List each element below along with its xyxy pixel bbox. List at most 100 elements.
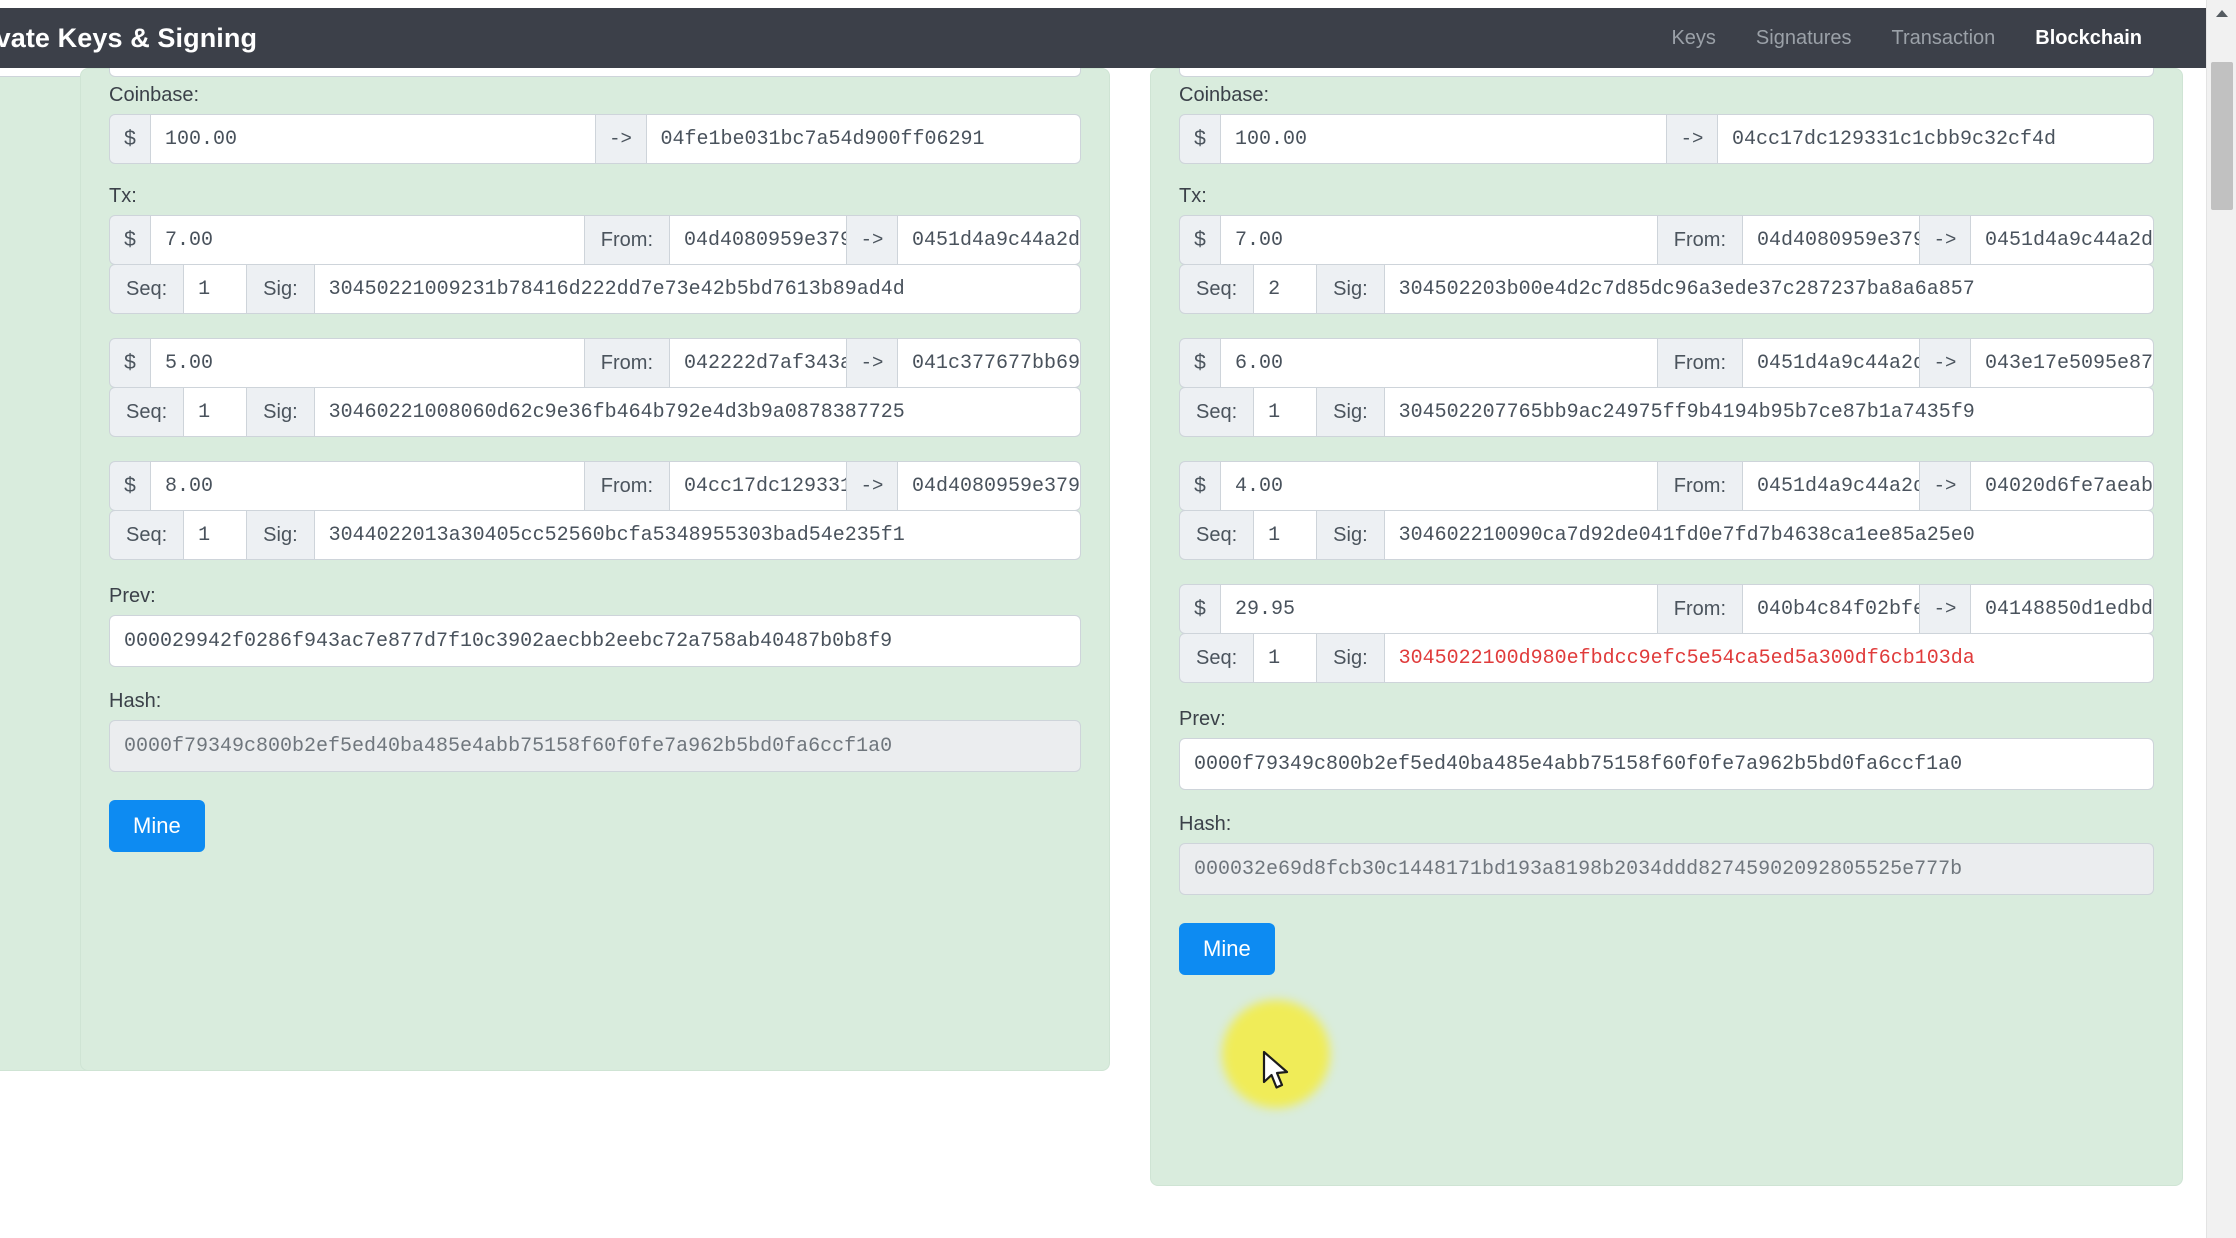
navbar-links: Keys Signatures Transaction Blockchain: [1671, 27, 2142, 50]
tx-to-input[interactable]: 041c377677bb697: [897, 338, 1081, 388]
prev-label: Prev:: [109, 585, 156, 607]
seq-label: Seq:: [109, 387, 185, 437]
mine-button[interactable]: Mine: [1179, 923, 1275, 975]
dollar-icon: $: [1179, 215, 1221, 265]
coinbase-to-input[interactable]: 04fe1be031bc7a54d900ff06291: [645, 114, 1081, 164]
scrollbar-thumb[interactable]: [2211, 62, 2233, 210]
transaction-amount-row: $ 7.00 From: 04d4080959e3795 -> 0451d4a9…: [1179, 215, 2154, 265]
sig-label: Sig:: [1316, 264, 1385, 314]
scroll-up-arrow-icon[interactable]: [2207, 0, 2236, 26]
prev-hash-input[interactable]: 000029942f0286f943ac7e877d7f10c3902aecbb…: [109, 615, 1081, 667]
arrow-icon: ->: [846, 338, 898, 388]
tx-seq-input[interactable]: 1: [1253, 633, 1318, 683]
tx-from-input[interactable]: 040b4c84f02bfec: [1742, 584, 1920, 634]
arrow-icon: ->: [594, 114, 647, 164]
coinbase-label: Coinbase:: [1179, 84, 1270, 106]
transaction-sig-row: Seq: 1 Sig: 304502207765bb9ac24975ff9b41…: [1179, 387, 2154, 437]
transaction-amount-row: $ 4.00 From: 0451d4a9c44a2de -> 04020d6f…: [1179, 461, 2154, 511]
dollar-icon: $: [109, 114, 151, 164]
tx-amount-input[interactable]: 4.00: [1220, 461, 1658, 511]
sig-label: Sig:: [246, 387, 315, 437]
from-label: From:: [1656, 215, 1743, 265]
arrow-icon: ->: [1919, 461, 1971, 511]
arrow-icon: ->: [1666, 114, 1718, 164]
tx-to-input[interactable]: 043e17e5095e878: [1970, 338, 2154, 388]
tx-amount-input[interactable]: 29.95: [1220, 584, 1658, 634]
tx-seq-input[interactable]: 1: [183, 510, 248, 560]
hash-label: Hash:: [109, 690, 162, 712]
tx-label: Tx:: [109, 185, 137, 207]
seq-label: Seq:: [109, 510, 185, 560]
from-label: From:: [1656, 338, 1743, 388]
coinbase-amount-input[interactable]: 100.00: [150, 114, 596, 164]
tx-seq-input[interactable]: 1: [1253, 510, 1318, 560]
transaction-group: $ 7.00 From: 04d4080959e3795 -> 0451d4a9…: [1179, 215, 2154, 314]
sig-label: Sig:: [246, 510, 315, 560]
block-hash-output: 000032e69d8fcb30c1448171bd193a8198b2034d…: [1179, 843, 2154, 895]
tx-from-input[interactable]: 04cc17dc129331c: [669, 461, 847, 511]
tx-sig-input[interactable]: 304602210090ca7d92de041fd0e7fd7b4638ca1e…: [1383, 510, 2154, 560]
prev-hash-input[interactable]: 0000f79349c800b2ef5ed40ba485e4abb75158f6…: [1179, 738, 2154, 790]
from-label: From:: [583, 338, 670, 388]
coinbase-label: Coinbase:: [109, 84, 200, 106]
arrow-icon: ->: [846, 215, 898, 265]
transaction-sig-row: Seq: 1 Sig: 30460221008060d62c9e36fb464b…: [109, 387, 1081, 437]
transaction-sig-row: Seq: 1 Sig: 3044022013a30405cc52560bcfa5…: [109, 510, 1081, 560]
tx-amount-input[interactable]: 5.00: [150, 338, 585, 388]
transaction-sig-row: Seq: 2 Sig: 304502203b00e4d2c7d85dc96a3e…: [1179, 264, 2154, 314]
mine-button[interactable]: Mine: [109, 800, 205, 852]
coinbase-to-input[interactable]: 04cc17dc129331c1cbb9c32cf4d: [1717, 114, 2154, 164]
transaction-amount-row: $ 6.00 From: 0451d4a9c44a2de -> 043e17e5…: [1179, 338, 2154, 388]
transaction-sig-row: Seq: 1 Sig: 30450221009231b78416d222dd7e…: [109, 264, 1081, 314]
page-root: ivate Keys & Signing Keys Signatures Tra…: [0, 0, 2236, 1238]
tx-to-input[interactable]: 04d4080959e3795: [897, 461, 1081, 511]
nav-link-transaction[interactable]: Transaction: [1892, 27, 1996, 50]
transaction-group: $ 4.00 From: 0451d4a9c44a2de -> 04020d6f…: [1179, 461, 2154, 560]
block-card-2: Coinbase: $ 100.00 -> 04cc17dc129331c1cb…: [1150, 55, 2183, 1186]
navbar-brand-title: ivate Keys & Signing: [0, 22, 258, 53]
tx-sig-input[interactable]: 304502207765bb9ac24975ff9b4194b95b7ce87b…: [1383, 387, 2154, 437]
tx-from-input[interactable]: 04d4080959e3795: [669, 215, 847, 265]
tx-from-input[interactable]: 0451d4a9c44a2de: [1742, 461, 1920, 511]
tx-sig-input[interactable]: 30450221009231b78416d222dd7e73e42b5bd761…: [313, 264, 1081, 314]
tx-from-input[interactable]: 04d4080959e3795: [1742, 215, 1920, 265]
transaction-amount-row: $ 8.00 From: 04cc17dc129331c -> 04d40809…: [109, 461, 1081, 511]
seq-label: Seq:: [1179, 264, 1255, 314]
tx-amount-input[interactable]: 7.00: [150, 215, 585, 265]
tx-amount-input[interactable]: 7.00: [1220, 215, 1658, 265]
coinbase-amount-input[interactable]: 100.00: [1220, 114, 1667, 164]
tx-seq-input[interactable]: 1: [1253, 387, 1318, 437]
tx-seq-input[interactable]: 1: [183, 387, 248, 437]
tx-sig-input[interactable]: 30460221008060d62c9e36fb464b792e4d3b9a08…: [313, 387, 1081, 437]
nav-link-keys[interactable]: Keys: [1671, 27, 1715, 50]
dollar-icon: $: [109, 461, 151, 511]
seq-label: Seq:: [1179, 510, 1255, 560]
arrow-icon: ->: [1919, 215, 1971, 265]
tx-to-input[interactable]: 0451d4a9c44a2de: [897, 215, 1081, 265]
tx-to-input[interactable]: 04148850d1edbd6: [1970, 584, 2154, 634]
tx-sig-input[interactable]: 3044022013a30405cc52560bcfa5348955303bad…: [313, 510, 1081, 560]
blockchain-blocks-row: Coinbase: $ 100.00 -> 04fe1be031bc7a54d9…: [0, 55, 2206, 1238]
sig-label: Sig:: [1316, 633, 1385, 683]
tx-to-input[interactable]: 0451d4a9c44a2de: [1970, 215, 2154, 265]
transaction-group: $ 5.00 From: 042222d7af343ab -> 041c3776…: [109, 338, 1081, 437]
tx-sig-input[interactable]: 304502203b00e4d2c7d85dc96a3ede37c287237b…: [1383, 264, 2154, 314]
nav-link-signatures[interactable]: Signatures: [1756, 27, 1852, 50]
tx-to-input[interactable]: 04020d6fe7aeabd: [1970, 461, 2154, 511]
transaction-group: $ 8.00 From: 04cc17dc129331c -> 04d40809…: [109, 461, 1081, 560]
transaction-group: $ 6.00 From: 0451d4a9c44a2de -> 043e17e5…: [1179, 338, 2154, 437]
tx-from-input[interactable]: 0451d4a9c44a2de: [1742, 338, 1920, 388]
tx-label: Tx:: [1179, 185, 1207, 207]
tx-sig-input-invalid[interactable]: 3045022100d980efbdcc9efc5e54ca5ed5a300df…: [1383, 633, 2154, 683]
nav-link-blockchain[interactable]: Blockchain: [2035, 27, 2142, 50]
tx-from-input[interactable]: 042222d7af343ab: [669, 338, 847, 388]
arrow-icon: ->: [1919, 338, 1971, 388]
tx-amount-input[interactable]: 6.00: [1220, 338, 1658, 388]
vertical-scrollbar[interactable]: [2206, 0, 2236, 1238]
tx-seq-input[interactable]: 1: [183, 264, 248, 314]
tx-amount-input[interactable]: 8.00: [150, 461, 585, 511]
tx-seq-input[interactable]: 2: [1253, 264, 1318, 314]
from-label: From:: [1656, 461, 1743, 511]
dollar-icon: $: [1179, 584, 1221, 634]
sig-label: Sig:: [1316, 387, 1385, 437]
